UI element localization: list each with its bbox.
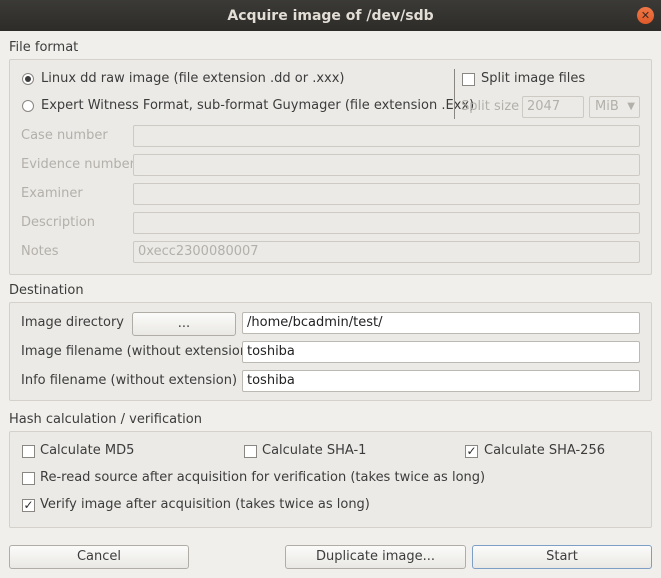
notes-label: Notes	[21, 244, 59, 259]
destination-title: Destination	[9, 283, 84, 298]
duplicate-image-button[interactable]: Duplicate image...	[285, 545, 466, 569]
split-unit-select[interactable]: MiB ▼	[589, 96, 640, 118]
radio-ewf[interactable]	[22, 100, 34, 112]
title-bar: Acquire image of /dev/sdb ✕	[0, 0, 661, 31]
info-filename-input[interactable]: toshiba	[242, 370, 640, 392]
evidence-number-label: Evidence number	[21, 157, 136, 172]
browse-directory-button[interactable]: ...	[132, 312, 236, 336]
reread-label[interactable]: Re-read source after acquisition for ver…	[40, 470, 485, 485]
chevron-down-icon: ▼	[627, 101, 635, 112]
image-filename-label: Image filename (without extension)	[21, 344, 254, 359]
split-image-checkbox[interactable]	[462, 73, 475, 86]
close-button[interactable]: ✕	[637, 7, 654, 24]
radio-ewf-label[interactable]: Expert Witness Format, sub-format Guymag…	[41, 98, 474, 113]
radio-linux-dd-label[interactable]: Linux dd raw image (file extension .dd o…	[41, 71, 345, 86]
case-number-label: Case number	[21, 128, 108, 143]
start-button[interactable]: Start	[472, 545, 652, 569]
file-format-title: File format	[9, 40, 79, 55]
image-directory-label: Image directory	[21, 315, 125, 330]
sha256-label[interactable]: Calculate SHA-256	[484, 443, 605, 458]
split-size-input[interactable]: 2047	[522, 96, 584, 118]
md5-checkbox[interactable]	[22, 445, 35, 458]
split-size-label: Split size	[461, 99, 520, 114]
examiner-label: Examiner	[21, 186, 83, 201]
split-separator	[454, 69, 455, 119]
verify-label[interactable]: Verify image after acquisition (takes tw…	[40, 497, 370, 512]
verify-checkbox[interactable]: ✓	[22, 499, 35, 512]
radio-linux-dd[interactable]	[22, 73, 34, 85]
window-title: Acquire image of /dev/sdb	[227, 7, 434, 24]
info-filename-label: Info filename (without extension)	[21, 373, 238, 388]
image-filename-input[interactable]: toshiba	[242, 341, 640, 363]
description-field[interactable]	[133, 212, 640, 234]
split-unit-value: MiB	[595, 99, 619, 114]
case-number-field[interactable]	[133, 125, 640, 147]
image-directory-input[interactable]: /home/bcadmin/test/	[242, 312, 640, 334]
sha256-checkbox[interactable]: ✓	[465, 445, 478, 458]
examiner-field[interactable]	[133, 183, 640, 205]
cancel-button[interactable]: Cancel	[9, 545, 189, 569]
reread-checkbox[interactable]	[22, 472, 35, 485]
close-icon: ✕	[640, 9, 651, 22]
split-image-label[interactable]: Split image files	[481, 71, 585, 86]
sha1-checkbox[interactable]	[244, 445, 257, 458]
notes-field[interactable]: 0xecc2300080007	[133, 241, 640, 263]
evidence-number-field[interactable]	[133, 154, 640, 176]
description-label: Description	[21, 215, 96, 230]
md5-label[interactable]: Calculate MD5	[40, 443, 134, 458]
sha1-label[interactable]: Calculate SHA-1	[262, 443, 366, 458]
hash-title: Hash calculation / verification	[9, 412, 202, 427]
check-icon: ✓	[466, 444, 477, 458]
check-icon: ✓	[23, 498, 34, 512]
